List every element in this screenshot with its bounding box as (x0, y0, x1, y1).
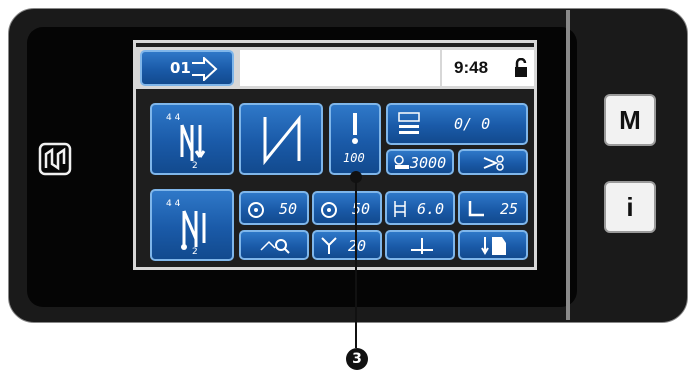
tension-r-icon (321, 202, 337, 218)
reverse-feed-end-icon (181, 210, 206, 250)
reverse-feed-start-icon (180, 124, 206, 161)
needle-icon (352, 113, 358, 144)
presser-foot-icon (468, 201, 484, 217)
info-button[interactable]: i (604, 181, 656, 233)
tension-l-value: 50 (279, 200, 298, 218)
max-speed-value: 3000 (410, 154, 447, 172)
counter-icon (398, 112, 420, 134)
stitch-length-button[interactable]: 6.0 (385, 191, 455, 225)
start-bartack-button[interactable]: 4 4 2 (150, 103, 234, 175)
thread-trim-button[interactable] (458, 149, 528, 175)
tension-l-icon (248, 202, 264, 218)
search-pattern-button[interactable] (239, 230, 309, 260)
tension-r-button[interactable]: 50 (312, 191, 382, 225)
callout-number: 3 (346, 348, 368, 370)
stitch-length-value: 6.0 (417, 200, 445, 218)
needle-count-value: 100 (343, 151, 365, 165)
end-bartack-sub: 2 (192, 247, 198, 257)
tension-value: 20 (348, 237, 367, 255)
zigzag-icon (263, 115, 301, 165)
zigzag-button[interactable] (239, 103, 323, 175)
end-bartack-button[interactable]: 4 4 2 (150, 189, 234, 261)
needle-count-button[interactable]: 100 (329, 103, 381, 175)
start-bartack-sub: 2 (192, 161, 198, 171)
thread-trim-icon (483, 155, 504, 171)
needle-guide-button[interactable] (458, 230, 528, 260)
callout-line (355, 176, 357, 348)
bobbin-counter-button[interactable]: 0/ 0 (386, 103, 528, 145)
message-field (240, 50, 440, 86)
tension-l-button[interactable]: 50 (239, 191, 309, 225)
mode-button[interactable]: M (604, 94, 656, 146)
clock-time: 9:48 (454, 58, 489, 77)
bobbin-counter-value: 0/ 0 (454, 115, 491, 133)
presser-pressure-value: 25 (500, 200, 519, 218)
thread-tension-icon (321, 237, 337, 254)
lock-icon[interactable] (514, 58, 528, 78)
callout-dot (350, 171, 362, 183)
pattern-select-button[interactable]: 01 (140, 50, 234, 86)
speed-icon (394, 155, 409, 169)
stitch-length-icon (394, 201, 406, 217)
search-pattern-icon (260, 239, 290, 254)
presser-pressure-button[interactable]: 25 (458, 191, 528, 225)
home-pattern-icon (192, 57, 218, 81)
needle-up-button[interactable] (385, 230, 455, 260)
pattern-number: 01 (170, 59, 191, 77)
needle-up-icon (411, 238, 433, 254)
thread-tension-button[interactable]: 20 (312, 230, 382, 260)
needle-guide-icon (481, 237, 506, 255)
max-speed-button[interactable]: 3000 (386, 149, 454, 175)
panel-divider (566, 10, 570, 320)
nfc-icon (38, 142, 72, 176)
